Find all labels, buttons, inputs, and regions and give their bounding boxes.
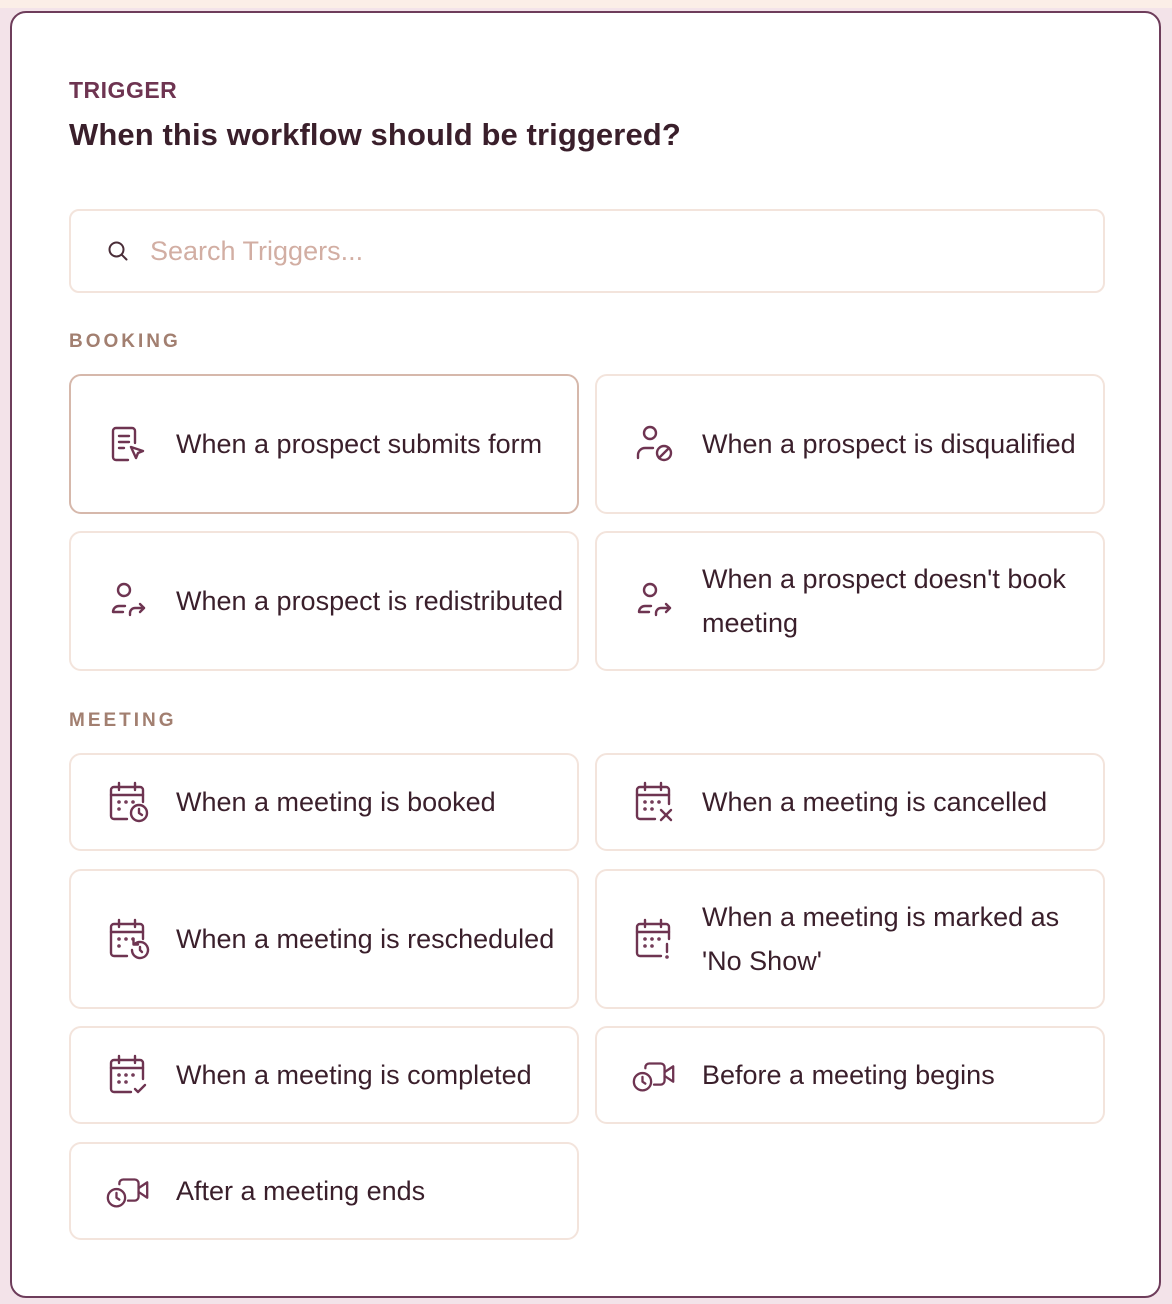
trigger-panel: TRIGGER When this workflow should be tri…	[10, 11, 1161, 1298]
trigger-card-prospect-no-booking[interactable]: When a prospect doesn't book meeting	[595, 531, 1105, 671]
calendar-x-icon	[630, 778, 678, 826]
page-top-strip	[0, 0, 1172, 8]
trigger-card-label: When a meeting is cancelled	[702, 787, 1048, 817]
form-submit-icon	[104, 420, 152, 468]
calendar-reschedule-icon	[104, 915, 152, 963]
video-clock-icon	[630, 1051, 678, 1099]
trigger-card-meeting-rescheduled[interactable]: When a meeting is rescheduled	[69, 869, 579, 1009]
trigger-card-label: When a prospect is disqualified	[702, 429, 1076, 459]
trigger-card-label: When a prospect submits form	[176, 429, 543, 459]
trigger-card-meeting-cancelled[interactable]: When a meeting is cancelled	[595, 753, 1105, 851]
trigger-card-label: When a meeting is rescheduled	[176, 924, 555, 954]
calendar-alert-icon	[630, 915, 678, 963]
user-redistribute-icon	[104, 577, 152, 625]
trigger-card-prospect-redistributed[interactable]: When a prospect is redistributed	[69, 531, 579, 671]
video-clock-icon	[104, 1167, 152, 1215]
trigger-card-label: When a meeting is booked	[176, 787, 496, 817]
trigger-card-after-meeting[interactable]: After a meeting ends	[69, 1142, 579, 1240]
trigger-card-label: After a meeting ends	[176, 1176, 426, 1206]
trigger-card-prospect-disqualified[interactable]: When a prospect is disqualified	[595, 374, 1105, 514]
calendar-check-icon	[104, 1051, 152, 1099]
trigger-card-label: When a prospect doesn't book meeting	[702, 564, 1066, 638]
user-blocked-icon	[630, 420, 678, 468]
user-redistribute-icon	[630, 577, 678, 625]
search-icon	[106, 239, 130, 263]
trigger-card-label: When a prospect is redistributed	[176, 586, 564, 616]
search-box[interactable]	[69, 209, 1105, 293]
calendar-clock-icon	[104, 778, 152, 826]
search-input[interactable]	[150, 235, 1050, 267]
section-label-meeting: MEETING	[69, 710, 177, 731]
trigger-card-before-meeting[interactable]: Before a meeting begins	[595, 1026, 1105, 1124]
section-label-booking: BOOKING	[69, 331, 181, 352]
trigger-card-meeting-booked[interactable]: When a meeting is booked	[69, 753, 579, 851]
trigger-card-meeting-no-show[interactable]: When a meeting is marked as 'No Show'	[595, 869, 1105, 1009]
trigger-card-label: When a meeting is completed	[176, 1060, 532, 1090]
trigger-card-meeting-completed[interactable]: When a meeting is completed	[69, 1026, 579, 1124]
trigger-card-prospect-submits-form[interactable]: When a prospect submits form	[69, 374, 579, 514]
eyebrow-label: TRIGGER	[69, 77, 178, 103]
trigger-card-label: Before a meeting begins	[702, 1060, 995, 1090]
page-title: When this workflow should be triggered?	[69, 117, 681, 152]
trigger-card-label: When a meeting is marked as 'No Show'	[702, 902, 1060, 976]
